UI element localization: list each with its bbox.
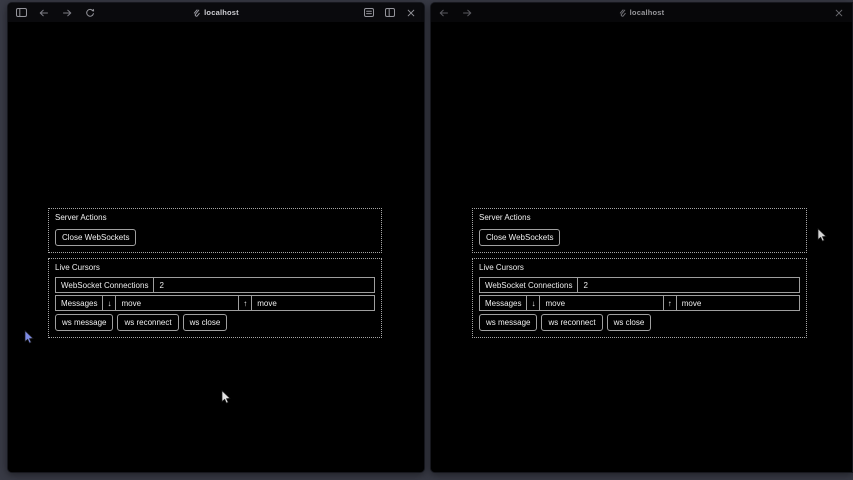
menu-icon[interactable] [363, 7, 375, 19]
ws-reconnect-button[interactable]: ws reconnect [117, 314, 178, 331]
messages-label: Messages [480, 296, 527, 310]
connections-label: WebSocket Connections [480, 278, 578, 292]
toolbar-right [363, 7, 417, 19]
server-actions-section: Server Actions Close WebSockets [472, 208, 807, 253]
down-arrow-icon: ↓ [103, 296, 116, 310]
page-viewport: Server Actions Close WebSockets Live Cur… [8, 22, 424, 473]
toolbar-right [833, 7, 845, 19]
last-sent-message: move [677, 296, 799, 310]
forward-icon[interactable] [61, 7, 73, 19]
address-title[interactable]: localhost [193, 3, 239, 22]
titlebar[interactable]: localhost [8, 3, 424, 22]
split-view-icon[interactable] [384, 7, 396, 19]
link-icon [193, 9, 200, 17]
connections-row: WebSocket Connections 2 [55, 277, 375, 293]
url-text: localhost [630, 8, 665, 17]
reload-icon[interactable] [84, 7, 96, 19]
link-icon [619, 9, 626, 17]
desktop: { "windows": [ { "side": "left", "titleb… [0, 0, 853, 480]
messages-row: Messages ↓ move ↑ move [479, 295, 800, 311]
section-legend: Live Cursors [479, 263, 800, 273]
ws-reconnect-button[interactable]: ws reconnect [541, 314, 602, 331]
section-legend: Server Actions [479, 213, 800, 223]
up-arrow-icon: ↑ [664, 296, 677, 310]
back-icon[interactable] [438, 7, 450, 19]
connections-value: 2 [154, 278, 374, 292]
down-arrow-icon: ↓ [527, 296, 540, 310]
back-icon[interactable] [38, 7, 50, 19]
controls-panel: Server Actions Close WebSockets Live Cur… [472, 208, 807, 343]
connections-value: 2 [578, 278, 799, 292]
address-title[interactable]: localhost [619, 3, 665, 22]
last-sent-message: move [252, 296, 374, 310]
close-window-icon[interactable] [405, 7, 417, 19]
section-legend: Server Actions [55, 213, 375, 223]
forward-icon[interactable] [461, 7, 473, 19]
last-received-message: move [540, 296, 663, 310]
page-viewport: Server Actions Close WebSockets Live Cur… [431, 22, 852, 473]
close-websockets-button[interactable]: Close WebSockets [55, 229, 136, 246]
messages-row: Messages ↓ move ↑ move [55, 295, 375, 311]
ws-message-button[interactable]: ws message [479, 314, 537, 331]
messages-label: Messages [56, 296, 103, 310]
up-arrow-icon: ↑ [239, 296, 252, 310]
ws-close-button[interactable]: ws close [607, 314, 652, 331]
ws-close-button[interactable]: ws close [183, 314, 228, 331]
connections-label: WebSocket Connections [56, 278, 154, 292]
toolbar-left [438, 7, 473, 19]
server-actions-section: Server Actions Close WebSockets [48, 208, 382, 253]
ws-message-button[interactable]: ws message [55, 314, 113, 331]
url-text: localhost [204, 8, 239, 17]
browser-window-left: localhost [7, 2, 425, 473]
live-cursors-section: Live Cursors WebSocket Connections 2 Mes… [48, 258, 382, 338]
sidebar-icon[interactable] [15, 7, 27, 19]
controls-panel: Server Actions Close WebSockets Live Cur… [48, 208, 382, 343]
browser-window-right: localhost Server Actions Close WebSocket… [430, 2, 853, 473]
ws-buttons-row: ws message ws reconnect ws close [479, 314, 800, 331]
toolbar-left [15, 7, 96, 19]
last-received-message: move [116, 296, 239, 310]
ws-buttons-row: ws message ws reconnect ws close [55, 314, 375, 331]
titlebar[interactable]: localhost [431, 3, 852, 22]
live-cursors-section: Live Cursors WebSocket Connections 2 Mes… [472, 258, 807, 338]
close-websockets-button[interactable]: Close WebSockets [479, 229, 560, 246]
connections-row: WebSocket Connections 2 [479, 277, 800, 293]
close-window-icon[interactable] [833, 7, 845, 19]
section-legend: Live Cursors [55, 263, 375, 273]
